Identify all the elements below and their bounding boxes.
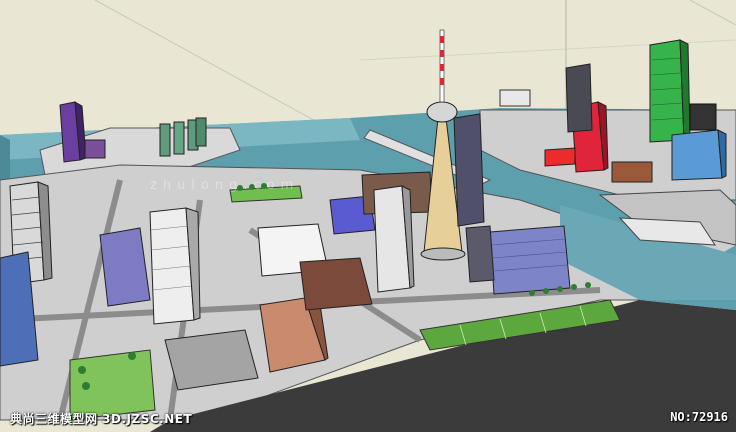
building-green (159, 123, 171, 157)
building-dark-right (465, 225, 495, 283)
building-green (173, 121, 185, 155)
building-dark (689, 103, 717, 131)
building-small (84, 139, 106, 159)
building-blue (671, 129, 723, 181)
city-model-render (0, 0, 736, 432)
tv-tower-pod (426, 101, 458, 123)
building-green-tower (649, 39, 685, 143)
building-dark-brown (299, 257, 373, 311)
site-watermark: 典尚三维模型网 3D.JZSC.NET (10, 412, 193, 426)
city-model-scene: zhulong.com 典尚三维模型网 3D.JZSC.NET NO:72916 (0, 0, 736, 432)
building-green (195, 117, 207, 147)
building-dark-office (453, 113, 485, 227)
model-number-watermark: NO:72916 (670, 410, 728, 424)
tv-tower-base (420, 247, 466, 261)
building-brown (611, 161, 653, 183)
center-watermark: zhulong.com (150, 178, 300, 193)
building-lavender-right (489, 225, 571, 295)
building-dark-tower (565, 63, 593, 133)
building-white (499, 89, 531, 107)
building-red-low (544, 147, 576, 167)
